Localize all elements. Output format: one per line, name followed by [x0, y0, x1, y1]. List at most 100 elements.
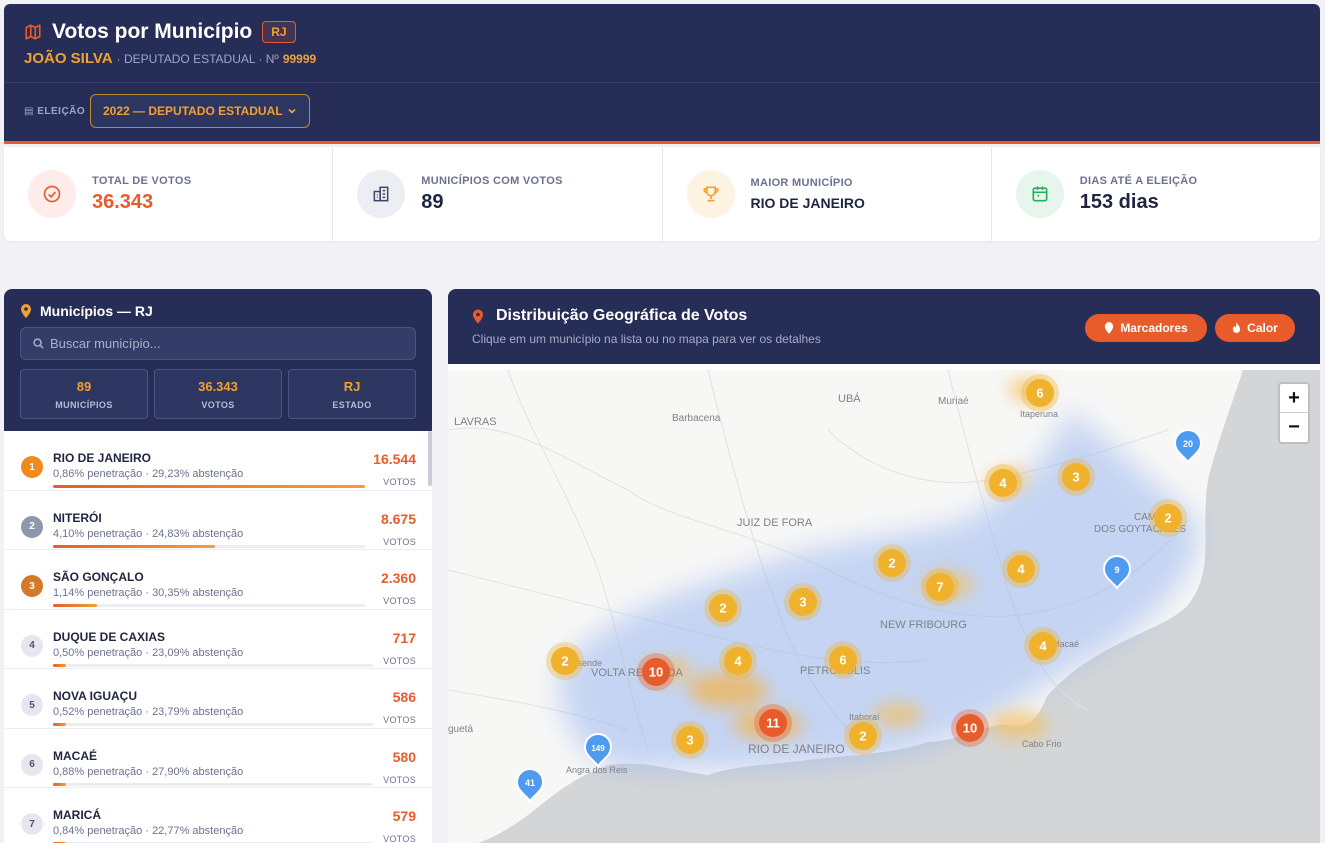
svg-text:UBÁ: UBÁ [838, 392, 861, 405]
svg-text:10: 10 [649, 665, 663, 680]
zoom-in-button[interactable]: + [1280, 384, 1308, 413]
vote-share-fill [53, 782, 66, 786]
municipality-detail: 0,86% penetração · 29,23% abstenção [53, 468, 244, 480]
search-input[interactable]: Buscar município... [20, 327, 416, 360]
check-circle-icon [28, 170, 76, 218]
svg-text:4: 4 [1039, 639, 1047, 654]
list-item[interactable]: 2 NITERÓI 4,10% penetração · 24,83% absten… [4, 491, 432, 550]
list-item[interactable]: 3 SÃO GONÇALO 1,14% penetração · 30,35% ab… [4, 550, 432, 610]
state-badge: RJ [262, 21, 296, 43]
marker-icon [1105, 322, 1114, 334]
mini-stat-label: VOTOS [201, 399, 235, 410]
cluster-marker[interactable]: 4 [1002, 550, 1040, 588]
svg-text:Barbacena: Barbacena [672, 413, 721, 424]
cluster-marker[interactable]: 4 [1024, 627, 1062, 665]
list-item[interactable]: 5 NOVA IGUAÇU 0,52% penetração · 23,79% ab… [4, 669, 432, 729]
cluster-marker[interactable]: 2 [1149, 499, 1187, 537]
municipality-panel: Municípios — RJ Buscar município... 89 M… [4, 289, 432, 843]
candidate-name: JOÃO SILVA [24, 50, 113, 67]
cluster-marker[interactable]: 7 [921, 568, 959, 606]
rank-badge: 4 [21, 634, 43, 657]
mini-stat-value: RJ [343, 378, 361, 394]
markers-button[interactable]: Marcadores [1085, 314, 1207, 342]
candidate-line: JOÃO SILVA · DEPUTADO ESTADUAL · Nº 9999… [24, 50, 316, 67]
election-select-value: 2022 — DEPUTADO ESTADUAL [103, 104, 283, 118]
candidate-number: 99999 [282, 52, 317, 66]
election-label: ▤ ELEIÇÃO [24, 106, 85, 117]
municipality-detail: 1,14% penetração · 30,35% abstenção [53, 587, 244, 599]
svg-text:NEW FRIBOURG: NEW FRIBOURG [880, 619, 967, 631]
vote-share-bar [53, 723, 373, 726]
svg-text:41: 41 [525, 778, 535, 788]
cluster-marker[interactable]: 2 [873, 544, 911, 582]
municipality-votes: 586 [392, 689, 416, 705]
list-scrollbar[interactable] [428, 431, 432, 486]
cluster-marker[interactable]: 4 [719, 642, 757, 680]
svg-text:RIO DE JANEIRO: RIO DE JANEIRO [748, 742, 845, 756]
stats-bar: TOTAL DE VOTOS 36.343 MUNICÍPIOS COM VOT… [4, 147, 1320, 241]
municipality-name: NITERÓI [53, 510, 102, 525]
svg-text:149: 149 [591, 744, 605, 753]
vote-share-fill [53, 723, 66, 726]
municipality-detail: 0,52% penetração · 23,79% abstenção [53, 706, 244, 718]
map-panel-header: Distribuição Geográfica de Votos Clique … [448, 289, 1320, 367]
cluster-marker[interactable]: 11 [754, 704, 792, 742]
cluster-marker[interactable]: 10 [637, 653, 675, 691]
svg-text:7: 7 [936, 580, 943, 595]
stat-value: 153 dias [1079, 190, 1159, 213]
pin-marker[interactable]: 20 [1173, 429, 1203, 464]
zoom-out-button[interactable]: − [1280, 413, 1308, 442]
mini-stat-value: 89 [76, 378, 92, 394]
vote-share-fill [53, 663, 66, 667]
pin-marker[interactable]: 41 [515, 768, 545, 803]
list-item[interactable]: 4 DUQUE DE CAXIAS 0,50% penetração · 23,09… [4, 610, 432, 669]
svg-text:Muriaé: Muriaé [938, 396, 969, 407]
heat-button[interactable]: Calor [1215, 314, 1295, 342]
list-item[interactable]: 1 RIO DE JANEIRO 0,86% penetração · 29,23%… [4, 431, 432, 491]
municipality-votes: 579 [392, 808, 416, 824]
cluster-marker[interactable]: 6 [1021, 374, 1059, 412]
page-header: Votos por Município RJ JOÃO SILVA · DEPU… [4, 4, 1320, 144]
list-item[interactable]: 6 MACAÉ 0,88% penetração · 27,90% abstençã… [4, 729, 432, 788]
svg-text:2: 2 [561, 654, 568, 669]
mini-stats: 89 MUNICÍPIOS 36.343 VOTOS RJ ESTADO [20, 369, 416, 419]
cluster-marker[interactable]: 10 [951, 709, 989, 747]
municipality-name: SÃO GONÇALO [53, 570, 144, 584]
cluster-marker[interactable]: 2 [844, 717, 882, 755]
rank-badge: 1 [21, 456, 43, 478]
election-select[interactable]: 2022 — DEPUTADO ESTADUAL [90, 94, 310, 128]
svg-text:4: 4 [999, 476, 1007, 491]
svg-text:11: 11 [766, 716, 780, 731]
map-canvas[interactable]: LAVRAS Barbacena UBÁ Muriaé Itaperuna JU… [448, 370, 1320, 843]
header-divider [4, 82, 1320, 83]
map-panel: Distribuição Geográfica de Votos Clique … [448, 289, 1320, 843]
cluster-marker[interactable]: 2 [704, 589, 742, 627]
cluster-marker[interactable]: 3 [671, 721, 709, 759]
votes-label: VOTOS [383, 655, 416, 666]
cluster-marker[interactable]: 3 [784, 583, 822, 621]
cluster-marker[interactable]: 2 [546, 642, 584, 680]
municipality-detail: 4,10% penetração · 24,83% abstenção [53, 527, 244, 540]
municipality-name: MACAÉ [53, 748, 97, 763]
svg-text:guetá: guetá [448, 724, 473, 735]
svg-text:6: 6 [839, 653, 846, 668]
cluster-marker[interactable]: 4 [984, 464, 1022, 502]
cluster-marker[interactable]: 3 [1057, 458, 1095, 496]
trophy-icon [686, 170, 735, 218]
vote-share-bar [53, 485, 365, 488]
stat-label: TOTAL DE VOTOS [92, 174, 192, 187]
cluster-marker[interactable]: 6 [824, 641, 862, 679]
vote-share-bar [53, 782, 373, 786]
stat-top-municipality: MAIOR MUNICÍPIO RIO DE JANEIRO [663, 147, 992, 241]
map-icon [25, 24, 41, 40]
municipality-detail: 0,88% penetração · 27,90% abstenção [53, 765, 244, 778]
election-label-text: ELEIÇÃO [37, 106, 86, 117]
municipality-votes: 16.544 [373, 451, 416, 467]
list-item[interactable]: 7 MARICÁ 0,84% penetração · 22,77% abstenç… [4, 788, 432, 843]
votes-label: VOTOS [383, 715, 416, 725]
municipality-name: MARICÁ [53, 808, 101, 822]
svg-text:Cabo Frio: Cabo Frio [1022, 739, 1062, 749]
svg-text:2: 2 [1164, 511, 1171, 526]
mini-stat-state: RJ ESTADO [288, 369, 416, 419]
mini-stat-municipalities: 89 MUNICÍPIOS [20, 369, 148, 419]
